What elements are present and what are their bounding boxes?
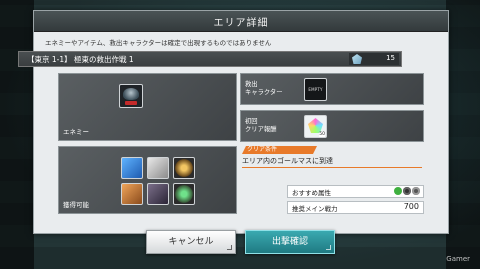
first-clear-reward-box: 初回 クリア報酬 50 <box>240 110 424 142</box>
stage-cost: 15 <box>349 53 399 65</box>
rainbow-crystal-icon <box>308 118 323 133</box>
clear-condition-text: エリア内のゴールマスに到達 <box>242 156 422 168</box>
recommended-power-row: 推奨メイン戦力 700 <box>287 201 424 214</box>
blue-crystal-icon[interactable] <box>121 157 143 179</box>
rescue-label-line2: キャラクター <box>245 89 283 96</box>
gray-attribute-icon <box>412 187 420 195</box>
reward-quantity: 50 <box>319 132 325 137</box>
stage-name: 【東京 1-1】 極東の救出作戦 1 <box>27 55 134 64</box>
stamina-crystal-icon <box>352 54 362 64</box>
stage-cost-value: 15 <box>386 54 395 62</box>
recommended-attribute-label: おすすめ属性 <box>292 189 331 197</box>
recommended-attribute-row: おすすめ属性 <box>287 185 424 198</box>
enemy-panel: エネミー <box>58 73 237 141</box>
silver-ingot-icon[interactable] <box>147 157 169 179</box>
enemy-label: エネミー <box>63 128 89 136</box>
green-attribute-icon <box>394 187 402 195</box>
cancel-button[interactable]: キャンセル <box>146 230 236 254</box>
dialog-titlebar: エリア詳細 <box>34 11 448 32</box>
sortie-button-label: 出撃確認 <box>271 237 308 247</box>
first-clear-reward-slot[interactable]: 50 <box>304 115 327 138</box>
gold-ring-icon[interactable] <box>173 157 195 179</box>
clear-condition-tag: クリア条件 <box>242 146 317 154</box>
dark-attribute-icon <box>403 187 411 195</box>
first-clear-label-line2: クリア報酬 <box>245 126 277 133</box>
enemy-portrait <box>123 88 139 100</box>
cancel-button-label: キャンセル <box>168 237 214 247</box>
boss-tag <box>125 101 137 105</box>
rescue-character-slot[interactable]: EMPTY <box>304 78 327 101</box>
corner-mark-icon <box>326 245 331 250</box>
boss-enemy-icon[interactable] <box>119 84 143 108</box>
drop-label: 獲得可能 <box>63 201 89 209</box>
rescue-character-box: 救出 キャラクター EMPTY <box>240 73 424 105</box>
green-ring-icon[interactable] <box>173 183 195 205</box>
rescue-label-line1: 救出 <box>245 81 258 88</box>
corner-mark-icon <box>227 245 232 250</box>
watermark-logo: Gamer <box>446 255 470 263</box>
stage-name-bar: 【東京 1-1】 極東の救出作戦 1 15 <box>18 51 402 67</box>
dialog-title: エリア詳細 <box>213 18 269 29</box>
first-clear-label-line1: 初回 <box>245 118 258 125</box>
dark-material-icon[interactable] <box>147 183 169 205</box>
recommended-power-value: 700 <box>403 202 419 211</box>
bronze-ingot-icon[interactable] <box>121 183 143 205</box>
drop-notice-text: エネミーやアイテム、救出キャラクターは確定で出現するものではありません <box>45 39 272 47</box>
recommended-power-label: 推奨メイン戦力 <box>292 205 338 213</box>
sortie-confirm-button[interactable]: 出撃確認 <box>245 230 335 254</box>
empty-slot-text: EMPTY <box>308 87 323 92</box>
drop-panel: 獲得可能 <box>58 146 237 214</box>
